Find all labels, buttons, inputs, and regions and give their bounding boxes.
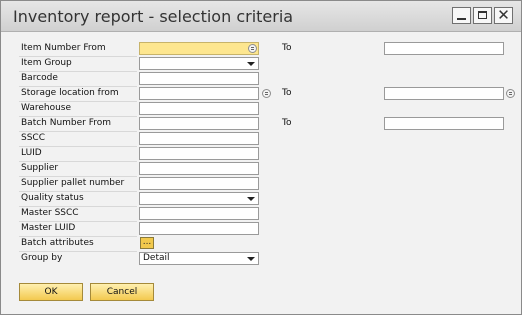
choose-from-list-icon[interactable] (248, 44, 257, 53)
quality-status-select[interactable] (139, 192, 259, 205)
sscc-label: SSCC (21, 133, 45, 143)
item-number-from-field[interactable] (139, 42, 259, 55)
item-group-select[interactable] (139, 57, 259, 70)
master-sscc-field[interactable] (139, 207, 259, 220)
storage-location-to-field[interactable] (384, 87, 504, 100)
batch-number-from-field[interactable] (139, 117, 259, 130)
warehouse-label: Warehouse (21, 103, 72, 113)
supplier-pallet-number-label: Supplier pallet number (21, 178, 125, 188)
item-group-label: Item Group (21, 58, 72, 68)
chevron-down-icon (247, 197, 255, 201)
chevron-down-icon (247, 257, 255, 261)
batch-number-to-label: To (282, 118, 292, 128)
luid-field[interactable] (139, 147, 259, 160)
sscc-field[interactable] (139, 132, 259, 145)
storage-location-from-field[interactable] (139, 87, 259, 100)
item-number-to-label: To (282, 43, 292, 53)
storage-location-to-label: To (282, 88, 292, 98)
minimize-icon (457, 18, 466, 20)
batch-number-from-label: Batch Number From (21, 118, 112, 128)
supplier-label: Supplier (21, 163, 59, 173)
report-window: Inventory report - selection criteria ✕ … (0, 0, 522, 315)
barcode-label: Barcode (21, 73, 58, 83)
item-number-to-field[interactable] (384, 42, 504, 55)
supplier-pallet-number-field[interactable] (139, 177, 259, 190)
item-number-from-label: Item Number From (21, 43, 106, 53)
batch-number-to-field[interactable] (384, 117, 504, 130)
group-by-value: Detail (143, 253, 170, 263)
close-button[interactable]: ✕ (494, 6, 513, 24)
group-by-label: Group by (21, 253, 63, 263)
barcode-field[interactable] (139, 72, 259, 85)
chevron-down-icon (247, 62, 255, 66)
storage-location-from-label: Storage location from (21, 88, 119, 98)
window-title: Inventory report - selection criteria (13, 7, 294, 26)
master-luid-field[interactable] (139, 222, 259, 235)
cancel-button[interactable]: Cancel (90, 283, 154, 301)
choose-from-list-icon[interactable] (262, 89, 271, 98)
warehouse-field[interactable] (139, 102, 259, 115)
title-bar[interactable]: Inventory report - selection criteria ✕ (1, 1, 521, 32)
close-icon: ✕ (497, 6, 510, 24)
ok-button[interactable]: OK (19, 283, 83, 301)
choose-from-list-icon[interactable] (506, 89, 515, 98)
supplier-field[interactable] (139, 162, 259, 175)
master-sscc-label: Master SSCC (21, 208, 79, 218)
batch-attributes-label: Batch attributes (21, 238, 94, 248)
minimize-button[interactable] (452, 7, 471, 24)
batch-attributes-button[interactable]: ... (140, 237, 154, 249)
maximize-icon (478, 11, 487, 19)
master-luid-label: Master LUID (21, 223, 76, 233)
luid-label: LUID (21, 148, 42, 158)
group-by-select[interactable]: Detail (139, 252, 259, 265)
quality-status-label: Quality status (21, 193, 84, 203)
criteria-form: Item Number From To Item Group Barcode S… (1, 32, 521, 314)
maximize-button[interactable] (473, 7, 492, 24)
